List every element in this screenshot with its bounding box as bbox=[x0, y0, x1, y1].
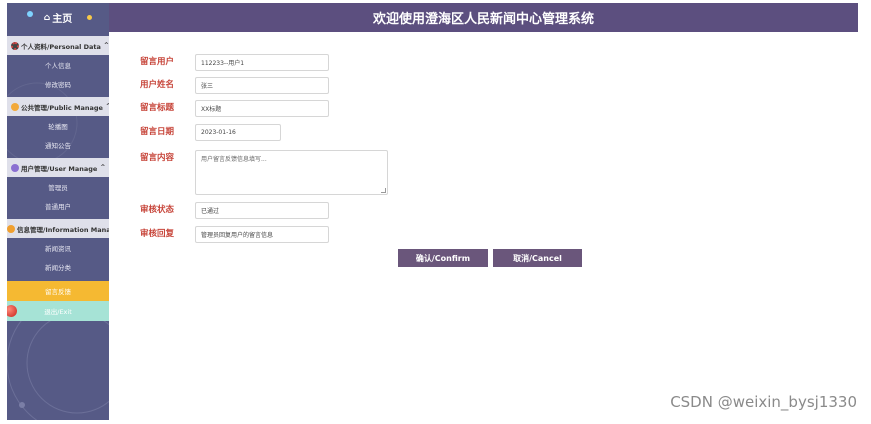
cancel-button[interactable]: 取消/Cancel bbox=[493, 249, 582, 267]
content-text: 用户留言反馈信息填写... bbox=[201, 156, 267, 163]
row-content: 留言内容 用户留言反馈信息填写... bbox=[140, 150, 388, 195]
watermark: CSDN @weixin_bysj1330 bbox=[670, 393, 857, 411]
chevron-up-icon: ^ bbox=[105, 103, 109, 110]
sidebar: ⌂ 主页 个人资料/Personal Data ^ 个人信息 修改密码 公共管理… bbox=[7, 3, 109, 420]
row-date: 留言日期 2023-01-16 bbox=[140, 124, 281, 141]
sidebar-item-news-category[interactable]: 新闻分类 bbox=[7, 257, 109, 276]
label-reply: 审核回复 bbox=[140, 229, 175, 239]
planet-icon bbox=[7, 224, 15, 233]
input-date[interactable]: 2023-01-16 bbox=[195, 124, 281, 141]
label-status: 审核状态 bbox=[140, 205, 175, 215]
label-content: 留言内容 bbox=[140, 153, 175, 163]
label-user: 留言用户 bbox=[140, 57, 175, 67]
sidebar-item-carousel[interactable]: 轮播图 bbox=[7, 116, 109, 135]
group-user-manage[interactable]: 用户管理/User Manage ^ bbox=[7, 158, 109, 177]
group-public-manage[interactable]: 公共管理/Public Manage ^ bbox=[7, 97, 109, 116]
row-user: 留言用户 112233--用户1 bbox=[140, 54, 329, 71]
row-status: 审核状态 已通过 bbox=[140, 202, 329, 219]
planet-icon bbox=[11, 163, 19, 172]
planet-icon bbox=[87, 15, 92, 20]
label-name: 用户姓名 bbox=[140, 80, 175, 90]
sidebar-home[interactable]: ⌂ 主页 bbox=[7, 3, 109, 32]
sidebar-item-admin[interactable]: 管理员 bbox=[7, 177, 109, 196]
chevron-up-icon: ^ bbox=[103, 42, 109, 49]
sidebar-item-feedback[interactable]: 留言反馈 bbox=[7, 281, 109, 301]
planet-icon bbox=[11, 102, 19, 111]
row-name: 用户姓名 张三 bbox=[140, 77, 329, 94]
sidebar-item-notice[interactable]: 通知公告 bbox=[7, 135, 109, 154]
input-name[interactable]: 张三 bbox=[195, 77, 329, 94]
row-reply: 审核回复 管理员回复用户的留言信息 bbox=[140, 226, 329, 243]
input-user[interactable]: 112233--用户1 bbox=[195, 54, 329, 71]
sidebar-item-news[interactable]: 新闻资讯 bbox=[7, 238, 109, 257]
input-status[interactable]: 已通过 bbox=[195, 202, 329, 219]
page-title: 欢迎使用澄海区人民新闻中心管理系统 bbox=[372, 12, 594, 27]
home-label: 主页 bbox=[52, 14, 73, 25]
row-title: 留言标题 XX标题 bbox=[140, 100, 329, 117]
label-title: 留言标题 bbox=[140, 103, 175, 113]
gear-icon bbox=[11, 41, 19, 50]
exit-ball-icon bbox=[7, 305, 17, 317]
sidebar-item-change-password[interactable]: 修改密码 bbox=[7, 74, 109, 93]
sidebar-item-users[interactable]: 普通用户 bbox=[7, 196, 109, 215]
page-header: 欢迎使用澄海区人民新闻中心管理系统 bbox=[109, 3, 858, 32]
planet-icon bbox=[27, 11, 33, 17]
sidebar-item-exit[interactable]: 退出/Exit bbox=[7, 301, 109, 321]
chevron-up-icon: ^ bbox=[100, 164, 106, 171]
textarea-content[interactable]: 用户留言反馈信息填写... bbox=[195, 150, 388, 195]
sidebar-item-personal-info[interactable]: 个人信息 bbox=[7, 55, 109, 74]
home-icon: ⌂ bbox=[43, 12, 51, 23]
group-information-manage[interactable]: 信息管理/Information Manage bbox=[7, 219, 109, 238]
label-date: 留言日期 bbox=[140, 127, 175, 137]
input-title[interactable]: XX标题 bbox=[195, 100, 329, 117]
input-reply[interactable]: 管理员回复用户的留言信息 bbox=[195, 226, 329, 243]
group-personal-data[interactable]: 个人资料/Personal Data ^ bbox=[7, 36, 109, 55]
resize-handle-icon[interactable] bbox=[381, 188, 386, 193]
confirm-button[interactable]: 确认/Confirm bbox=[398, 249, 488, 267]
